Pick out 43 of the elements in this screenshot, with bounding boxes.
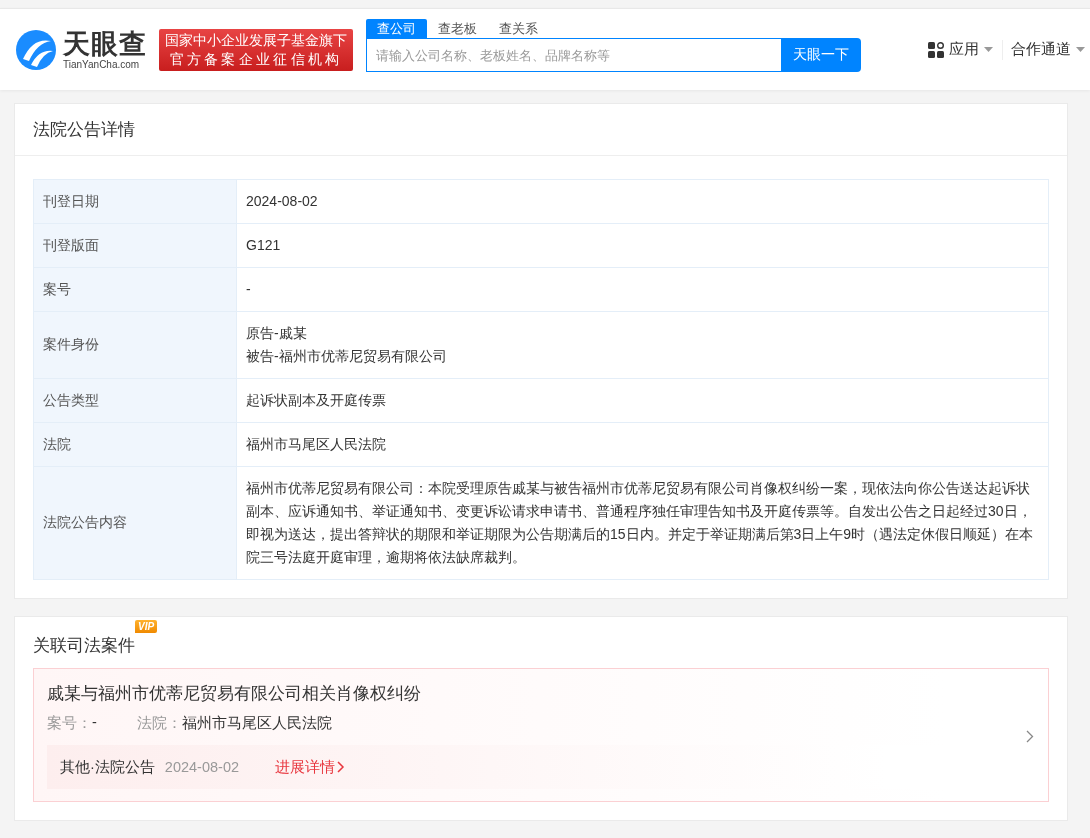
meta-label: 案号：: [47, 714, 92, 733]
search-button[interactable]: 天眼一下: [781, 38, 861, 72]
search-tab[interactable]: 查公司: [366, 19, 427, 38]
logo-name: 天眼查: [63, 28, 147, 59]
card-title: 法院公告详情: [15, 104, 1067, 156]
details-link[interactable]: 进展详情: [275, 757, 345, 777]
meta-value: 福州市马尾区人民法院: [181, 714, 332, 733]
field-value: 福州市马尾区人民法院: [246, 435, 387, 454]
section-title: 关联司法案件: [33, 636, 135, 655]
logo-icon: [15, 28, 57, 71]
caret-icon[interactable]: [984, 47, 993, 52]
field-value: 起诉状副本及开庭传票: [246, 391, 387, 410]
search-tab[interactable]: 查老板: [427, 19, 488, 38]
field-value: -: [246, 280, 252, 299]
caret-icon[interactable]: [1076, 47, 1085, 52]
field-label: 案号: [34, 268, 237, 312]
progress-type: 其他·法院公告: [60, 757, 155, 777]
search-field[interactable]: 请输入公司名称、老板姓名、品牌名称等: [366, 38, 781, 72]
chevron-right-icon: [1026, 730, 1034, 743]
meta-value: -: [92, 714, 97, 732]
apps-icon[interactable]: [928, 41, 944, 58]
case-title: 戚某与福州市优蒂尼贸易有限公司相关肖像权纠纷: [47, 683, 422, 705]
field-label: 法院: [34, 423, 237, 467]
meta-label: 法院：: [136, 714, 182, 733]
field-label: 案件身份: [34, 312, 237, 379]
field-value: 被告-福州市优蒂尼贸易有限公司: [246, 347, 448, 366]
nav-link[interactable]: 合作通道: [1011, 40, 1071, 59]
field-value: 2024-08-02: [246, 192, 319, 211]
field-label: 刊登版面: [34, 224, 237, 268]
logo-domain: TianYanCha.com: [63, 58, 141, 71]
field-value: 原告-戚某: [246, 324, 308, 343]
field-label: 刊登日期: [34, 180, 237, 224]
field-label: 法院公告内容: [34, 467, 237, 580]
field-value: G121: [246, 236, 282, 255]
case-card[interactable]: 戚某与福州市优蒂尼贸易有限公司相关肖像权纠纷 案号：- 法院：福州市马尾区人民法院 其他·法院公告 2024-08-02 进展详情: [33, 668, 1049, 802]
field-label: 公告类型: [34, 379, 237, 423]
nav-link[interactable]: 应用: [949, 40, 979, 59]
promo-badge: 国家中小企业发展子基金旗下 官方备案企业征信机构: [159, 28, 353, 71]
vip-badge: VIP: [135, 620, 158, 633]
field-value: 福州市优蒂尼贸易有限公司：本院受理原告戚某与被告福州市优蒂尼贸易有限公司肖像权纠纷一案，现依法向你公告送达起诉状副本、应诉通知书、举证通知书、变更诉讼请求申请书、普通程序独任审理告知书及开庭传票等。自发出公告之日起经过30日，即视为送达，提出答辩状的期限和举证期限为公告期满后的15日内。并定于举证期满后第3日上午9时（遇法定休假日顺延）在本院三号法庭开庭审理，逾期将依法缺席裁判。: [246, 479, 1035, 567]
chevron-right-icon: [337, 761, 345, 773]
search-tab[interactable]: 查关系: [488, 19, 549, 38]
progress-date: 2024-08-02: [164, 759, 239, 775]
